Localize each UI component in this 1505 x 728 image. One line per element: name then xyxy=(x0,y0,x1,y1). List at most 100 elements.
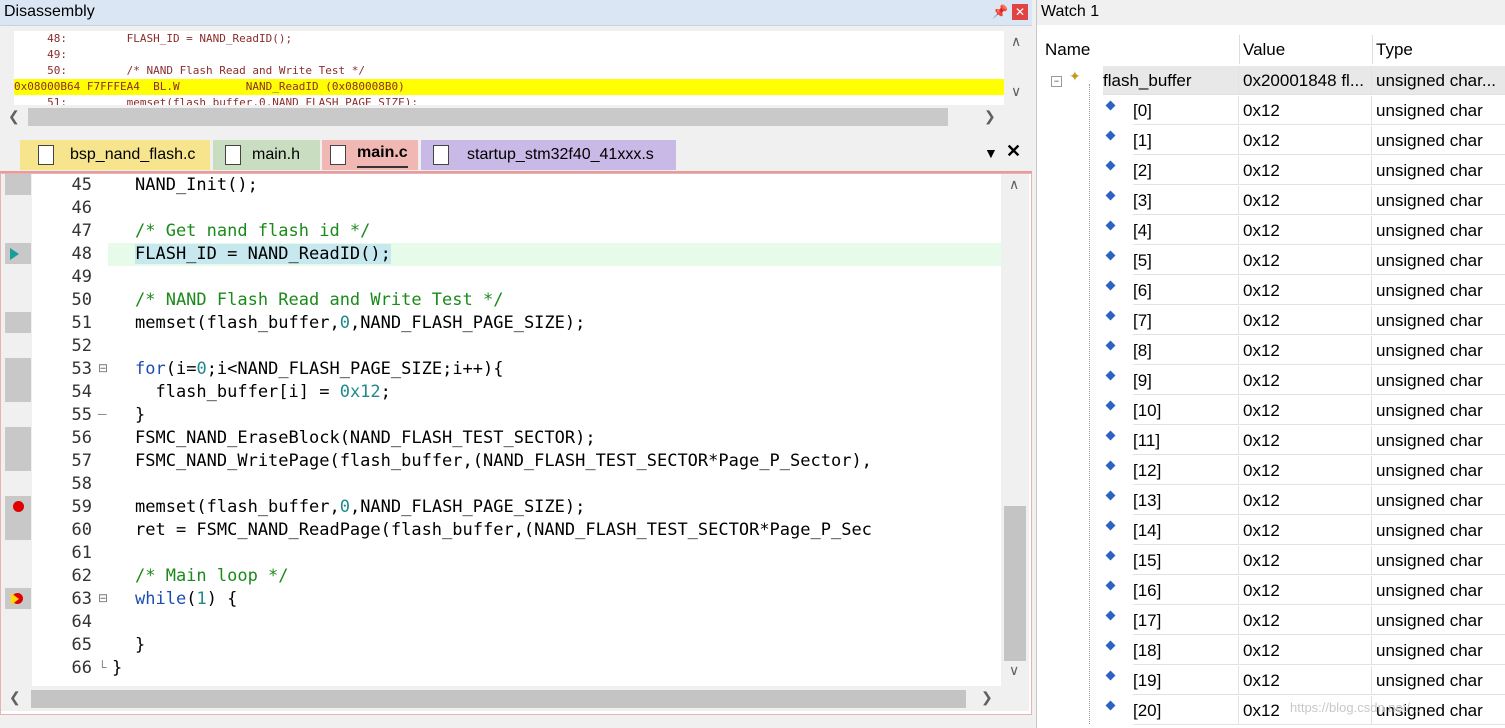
watch-row[interactable]: [0] 0x12 unsigned char xyxy=(1037,96,1505,126)
code-editor[interactable]: 45 46 47 48 49 50 51 52 53 54 55 56 57 5… xyxy=(0,173,1032,715)
watch-row[interactable]: [5] 0x12 unsigned char xyxy=(1037,246,1505,276)
watch-value[interactable]: 0x12 xyxy=(1239,216,1372,245)
watch-value[interactable]: 0x12 xyxy=(1239,186,1372,215)
line-number: 59 xyxy=(71,497,92,517)
watch-row[interactable]: [20] 0x12 unsigned char xyxy=(1037,696,1505,726)
watch-row[interactable]: [2] 0x12 unsigned char xyxy=(1037,156,1505,186)
breakpoint-icon[interactable] xyxy=(13,501,24,512)
watch-value[interactable]: 0x12 xyxy=(1239,606,1372,635)
scroll-right-icon[interactable]: ❯ xyxy=(984,108,996,125)
watch-row[interactable]: [6] 0x12 unsigned char xyxy=(1037,276,1505,306)
watch-name: [12] xyxy=(1133,456,1239,485)
tab-dropdown-icon[interactable]: ▼ xyxy=(984,145,998,161)
watch-value[interactable]: 0x12 xyxy=(1239,426,1372,455)
disassembly-line: 51: memset(flash_buffer,0,NAND_FLASH_PAG… xyxy=(14,96,418,105)
watch-row[interactable]: [12] 0x12 unsigned char xyxy=(1037,456,1505,486)
watch-row-root[interactable]: ✦ flash_buffer 0x20001848 fl... unsigned… xyxy=(1037,66,1505,96)
watch-row[interactable]: [3] 0x12 unsigned char xyxy=(1037,186,1505,216)
watch-name: [19] xyxy=(1133,666,1239,695)
editor-vscroll[interactable]: ∧ ∨ xyxy=(1001,174,1029,686)
watch-row[interactable]: [9] 0x12 unsigned char xyxy=(1037,366,1505,396)
watch-value[interactable]: 0x12 xyxy=(1239,366,1372,395)
watch-row[interactable]: [15] 0x12 unsigned char xyxy=(1037,546,1505,576)
file-icon xyxy=(330,145,346,165)
watch-value[interactable]: 0x12 xyxy=(1239,456,1372,485)
watch-value[interactable]: 0x12 xyxy=(1239,246,1372,275)
disassembly-hscroll[interactable]: ❮ ❯ xyxy=(0,105,1004,130)
scroll-thumb[interactable] xyxy=(1004,506,1026,661)
scroll-down-icon[interactable]: ∨ xyxy=(1009,662,1019,679)
element-icon xyxy=(1105,370,1116,381)
watch-name: [6] xyxy=(1133,276,1239,305)
watch-value[interactable]: 0x12 xyxy=(1239,156,1372,185)
watch-value[interactable]: 0x12 xyxy=(1239,546,1372,575)
tab-bsp-nand-flash-c[interactable]: bsp_nand_flash.c xyxy=(20,140,210,170)
element-icon xyxy=(1105,460,1116,471)
watch-value[interactable]: 0x12 xyxy=(1239,576,1372,605)
watch-type: unsigned char xyxy=(1372,366,1505,395)
breakpoint-gutter[interactable] xyxy=(1,174,32,686)
column-header-name[interactable]: Name xyxy=(1045,35,1240,64)
watch-value[interactable]: 0x12 xyxy=(1239,126,1372,155)
watch-row[interactable]: [1] 0x12 unsigned char xyxy=(1037,126,1505,156)
line-number: 47 xyxy=(71,221,92,241)
watch-row[interactable]: [18] 0x12 unsigned char xyxy=(1037,636,1505,666)
editor-hscroll[interactable]: ❮ ❯ xyxy=(1,686,1029,711)
watch-value[interactable]: 0x12 xyxy=(1239,486,1372,515)
watch-name: [14] xyxy=(1133,516,1239,545)
watch-value[interactable]: 0x12 xyxy=(1239,96,1372,125)
watch-value[interactable]: 0x12 xyxy=(1239,636,1372,665)
watch-name: [11] xyxy=(1133,426,1239,455)
watch-value[interactable]: 0x12 xyxy=(1239,336,1372,365)
scroll-thumb[interactable] xyxy=(28,108,948,126)
scroll-down-icon[interactable]: ∨ xyxy=(1011,83,1021,100)
line-number: 52 xyxy=(71,336,92,356)
scroll-up-icon[interactable]: ∧ xyxy=(1011,33,1021,50)
watch-row[interactable]: [14] 0x12 unsigned char xyxy=(1037,516,1505,546)
watch-type: unsigned char xyxy=(1372,576,1505,605)
watch-type: unsigned char xyxy=(1372,126,1505,155)
scroll-right-icon[interactable]: ❯ xyxy=(981,689,993,706)
scroll-left-icon[interactable]: ❮ xyxy=(8,108,20,125)
column-header-value[interactable]: Value xyxy=(1243,35,1373,64)
watch-value[interactable]: 0x20001848 fl... xyxy=(1239,66,1372,95)
tab-main-c[interactable]: main.c xyxy=(322,140,418,170)
code-line: } xyxy=(112,658,123,678)
watch-row[interactable]: [7] 0x12 unsigned char xyxy=(1037,306,1505,336)
watch-value[interactable]: 0x12 xyxy=(1239,276,1372,305)
watch-row[interactable]: [19] 0x12 unsigned char xyxy=(1037,666,1505,696)
watch-row[interactable]: [4] 0x12 unsigned char xyxy=(1037,216,1505,246)
watch-name: flash_buffer xyxy=(1103,66,1239,95)
disassembly-code[interactable]: 48: FLASH_ID = NAND_ReadID(); 49: 50: /*… xyxy=(14,31,1004,105)
code-area[interactable]: NAND_Init(); /* Get nand flash id */ FLA… xyxy=(98,174,1001,686)
watch-value[interactable]: 0x12 xyxy=(1239,666,1372,695)
close-tab-icon[interactable]: ✕ xyxy=(1006,141,1021,162)
scroll-left-icon[interactable]: ❮ xyxy=(9,689,21,706)
tab-main-h[interactable]: main.h xyxy=(213,140,320,170)
pin-icon[interactable]: 📌 xyxy=(992,5,1008,19)
scroll-up-icon[interactable]: ∧ xyxy=(1009,176,1019,193)
disassembly-vscroll[interactable]: ∧ ∨ xyxy=(1004,31,1030,105)
watch-name: [9] xyxy=(1133,366,1239,395)
code-coverage-marker xyxy=(5,358,31,402)
scroll-thumb[interactable] xyxy=(31,690,966,708)
watch-row[interactable]: [10] 0x12 unsigned char xyxy=(1037,396,1505,426)
line-number: 45 xyxy=(71,175,92,195)
close-icon[interactable]: ✕ xyxy=(1012,4,1028,20)
watch-row[interactable]: [17] 0x12 unsigned char xyxy=(1037,606,1505,636)
column-header-type[interactable]: Type xyxy=(1376,35,1505,64)
watch-row[interactable]: [16] 0x12 unsigned char xyxy=(1037,576,1505,606)
line-number: 55 xyxy=(71,405,92,425)
code-line: FLASH_ID = NAND_ReadID(); xyxy=(135,243,391,266)
watch-row[interactable]: [13] 0x12 unsigned char xyxy=(1037,486,1505,516)
disassembly-line: 48: FLASH_ID = NAND_ReadID(); xyxy=(14,32,293,45)
watch-value[interactable]: 0x12 xyxy=(1239,396,1372,425)
watch-row[interactable]: [8] 0x12 unsigned char xyxy=(1037,336,1505,366)
line-number: 46 xyxy=(71,198,92,218)
watch-value[interactable]: 0x12 xyxy=(1239,516,1372,545)
line-numbers: 45 46 47 48 49 50 51 52 53 54 55 56 57 5… xyxy=(32,174,98,686)
tab-startup-s[interactable]: startup_stm32f40_41xxx.s xyxy=(421,140,676,170)
watch-type: unsigned char xyxy=(1372,606,1505,635)
watch-row[interactable]: [11] 0x12 unsigned char xyxy=(1037,426,1505,456)
watch-value[interactable]: 0x12 xyxy=(1239,306,1372,335)
